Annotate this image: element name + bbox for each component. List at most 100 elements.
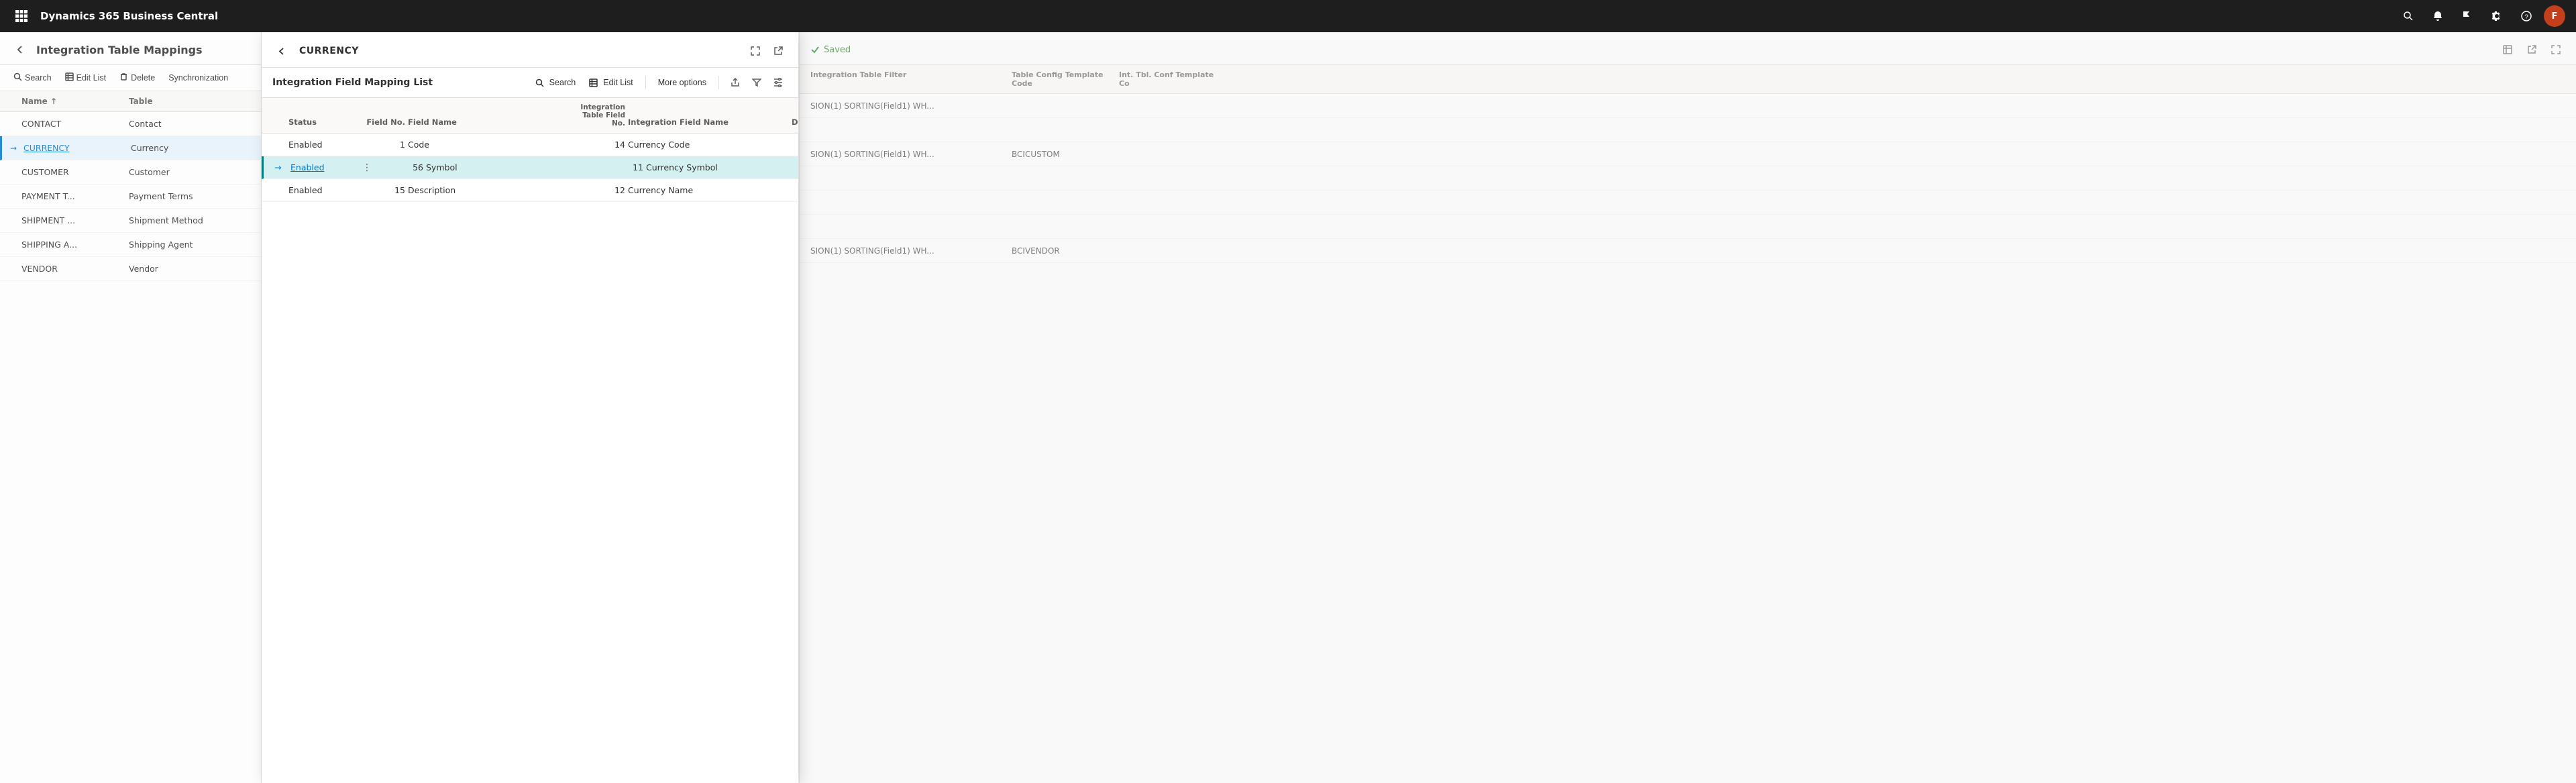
table-row[interactable]: SHIPPING A... Shipping Agent — [0, 233, 261, 257]
inner-search-label: Search — [549, 78, 576, 87]
row-options-icon[interactable]: ⋮ — [360, 162, 374, 173]
integration-table: Name ↑ Table T CONTACT Contact Vi → CURR… — [0, 91, 261, 783]
sync-button[interactable]: Synchronization — [163, 70, 233, 86]
inner-toolbar: Search Edit List More options — [530, 73, 788, 92]
search-btn-icon — [13, 72, 22, 83]
row-name: SHIPPING A... — [21, 240, 129, 250]
col-int-field-no-header: Integration Table Field No. — [572, 103, 625, 127]
col-int-config: Int. Tbl. Conf Template Co — [1119, 70, 1226, 88]
help-icon[interactable]: ? — [2514, 4, 2538, 28]
far-right-external-icon[interactable] — [2522, 40, 2541, 59]
filter-cell: SION(1) SORTING(Field1) WH... — [810, 150, 1012, 159]
field-row[interactable]: Enabled 15 Description 12 Currency Name … — [262, 179, 798, 202]
expand-icon[interactable] — [746, 42, 765, 60]
filter-cell: SION(1) SORTING(Field1) WH... — [810, 101, 1012, 111]
field-name: Description — [408, 185, 569, 195]
int-field-no: 14 — [572, 140, 625, 150]
far-right-row[interactable]: SION(1) SORTING(Field1) WH... BCICUSTOM — [800, 142, 2576, 166]
col-table-config: Table Config Template Code — [1012, 70, 1119, 88]
far-right-row[interactable] — [800, 215, 2576, 239]
back-button[interactable] — [11, 40, 30, 59]
top-nav: Dynamics 365 Business Central ? F — [0, 0, 2576, 32]
far-right-panel: Saved Integration Table Filter Table Con… — [799, 32, 2576, 783]
field-no: 56 — [376, 162, 423, 172]
col-direction-header: Direction — [792, 103, 798, 127]
more-options-button[interactable]: More options — [653, 75, 712, 90]
field-name: Code — [408, 140, 569, 150]
main-content: Integration Table Mappings Search Edit L… — [0, 32, 2576, 783]
far-right-view-icon[interactable] — [2498, 40, 2517, 59]
edit-list-icon — [65, 72, 74, 83]
far-right-row[interactable]: SION(1) SORTING(Field1) WH... — [800, 94, 2576, 118]
row-name[interactable]: CURRENCY — [23, 143, 131, 153]
overlay-header-left: CURRENCY — [272, 42, 359, 60]
avatar[interactable]: F — [2544, 5, 2565, 27]
left-toolbar: Search Edit List Delete Synchronization — [0, 65, 261, 91]
col-extra1 — [1226, 70, 2351, 88]
share-icon[interactable] — [726, 73, 745, 92]
top-nav-left: Dynamics 365 Business Central — [11, 5, 2396, 27]
field-row[interactable]: → Enabled ⋮ 56 Symbol 11 Currency Symbol… — [262, 156, 798, 179]
table-row[interactable]: PAYMENT T... Payment Terms — [0, 185, 261, 209]
toolbar-divider — [645, 76, 646, 89]
row-table: Vendor — [129, 264, 261, 274]
row-arrow: → — [10, 144, 23, 153]
table-row[interactable]: CUSTOMER Customer Vi — [0, 160, 261, 185]
row-table: Shipping Agent — [129, 240, 261, 250]
table-row[interactable]: SHIPMENT ... Shipment Method — [0, 209, 261, 233]
table-row[interactable]: VENDOR Vendor Vi — [0, 257, 261, 281]
row-name: SHIPMENT ... — [21, 215, 129, 225]
notification-icon[interactable] — [2426, 4, 2450, 28]
far-right-row[interactable] — [800, 191, 2576, 215]
field-status: Enabled — [288, 185, 356, 195]
overlay-panel: CURRENCY Integration Field Mapping List — [262, 32, 798, 783]
column-settings-icon[interactable] — [769, 73, 788, 92]
table-row[interactable]: → CURRENCY Currency — [0, 136, 261, 160]
field-status[interactable]: Enabled — [290, 162, 358, 172]
overlay-header-right — [746, 42, 788, 60]
table-row[interactable]: CONTACT Contact Vi — [0, 112, 261, 136]
waffle-icon[interactable] — [11, 5, 32, 27]
far-right-row[interactable] — [800, 166, 2576, 191]
field-row[interactable]: Enabled 1 Code 14 Currency Code ToIntegr… — [262, 134, 798, 156]
table-header: Name ↑ Table T — [0, 91, 261, 112]
inner-panel-header: Integration Field Mapping List Search Ed… — [262, 68, 798, 98]
far-right-row[interactable]: SION(1) SORTING(Field1) WH... BCIVENDOR — [800, 239, 2576, 263]
edit-list-button[interactable]: Edit List — [60, 69, 111, 87]
row-table: Payment Terms — [129, 191, 261, 201]
edit-list-label: Edit List — [76, 73, 106, 83]
row-name: PAYMENT T... — [21, 191, 129, 201]
row-name: VENDOR — [21, 264, 129, 274]
field-row-arrow: → — [274, 162, 288, 172]
svg-text:?: ? — [2524, 14, 2528, 21]
sync-label: Synchronization — [168, 73, 228, 83]
delete-label: Delete — [131, 73, 155, 83]
far-right-expand-icon[interactable] — [2546, 40, 2565, 59]
field-no: 15 — [358, 185, 405, 195]
field-table-header: Status Field No. Field Name Integration … — [262, 98, 798, 134]
overlay-title: CURRENCY — [299, 46, 359, 56]
inner-edit-list-button[interactable]: Edit List — [584, 74, 638, 91]
col-extra2 — [2351, 70, 2458, 88]
col-arrow — [8, 97, 21, 106]
delete-button[interactable]: Delete — [114, 69, 160, 87]
overlay-back-button[interactable] — [272, 42, 291, 60]
saved-indicator: Saved — [810, 45, 851, 55]
field-name: Symbol — [426, 162, 587, 172]
search-button[interactable]: Search — [8, 69, 57, 87]
row-table: Contact — [129, 119, 261, 129]
col-table: Table — [129, 97, 261, 106]
far-right-row[interactable] — [800, 118, 2576, 142]
far-right-header: Saved — [800, 32, 2576, 65]
far-right-table-header: Integration Table Filter Table Config Te… — [800, 65, 2576, 94]
int-field-no: 12 — [572, 185, 625, 195]
inner-search-button[interactable]: Search — [530, 74, 582, 91]
flag-icon[interactable] — [2455, 4, 2479, 28]
row-name: CUSTOMER — [21, 167, 129, 177]
external-link-icon[interactable] — [769, 42, 788, 60]
col-arrow-header — [272, 103, 286, 127]
filter-icon[interactable] — [747, 73, 766, 92]
search-nav-icon[interactable] — [2396, 4, 2420, 28]
settings-icon[interactable] — [2485, 4, 2509, 28]
app-title: Dynamics 365 Business Central — [40, 10, 218, 22]
